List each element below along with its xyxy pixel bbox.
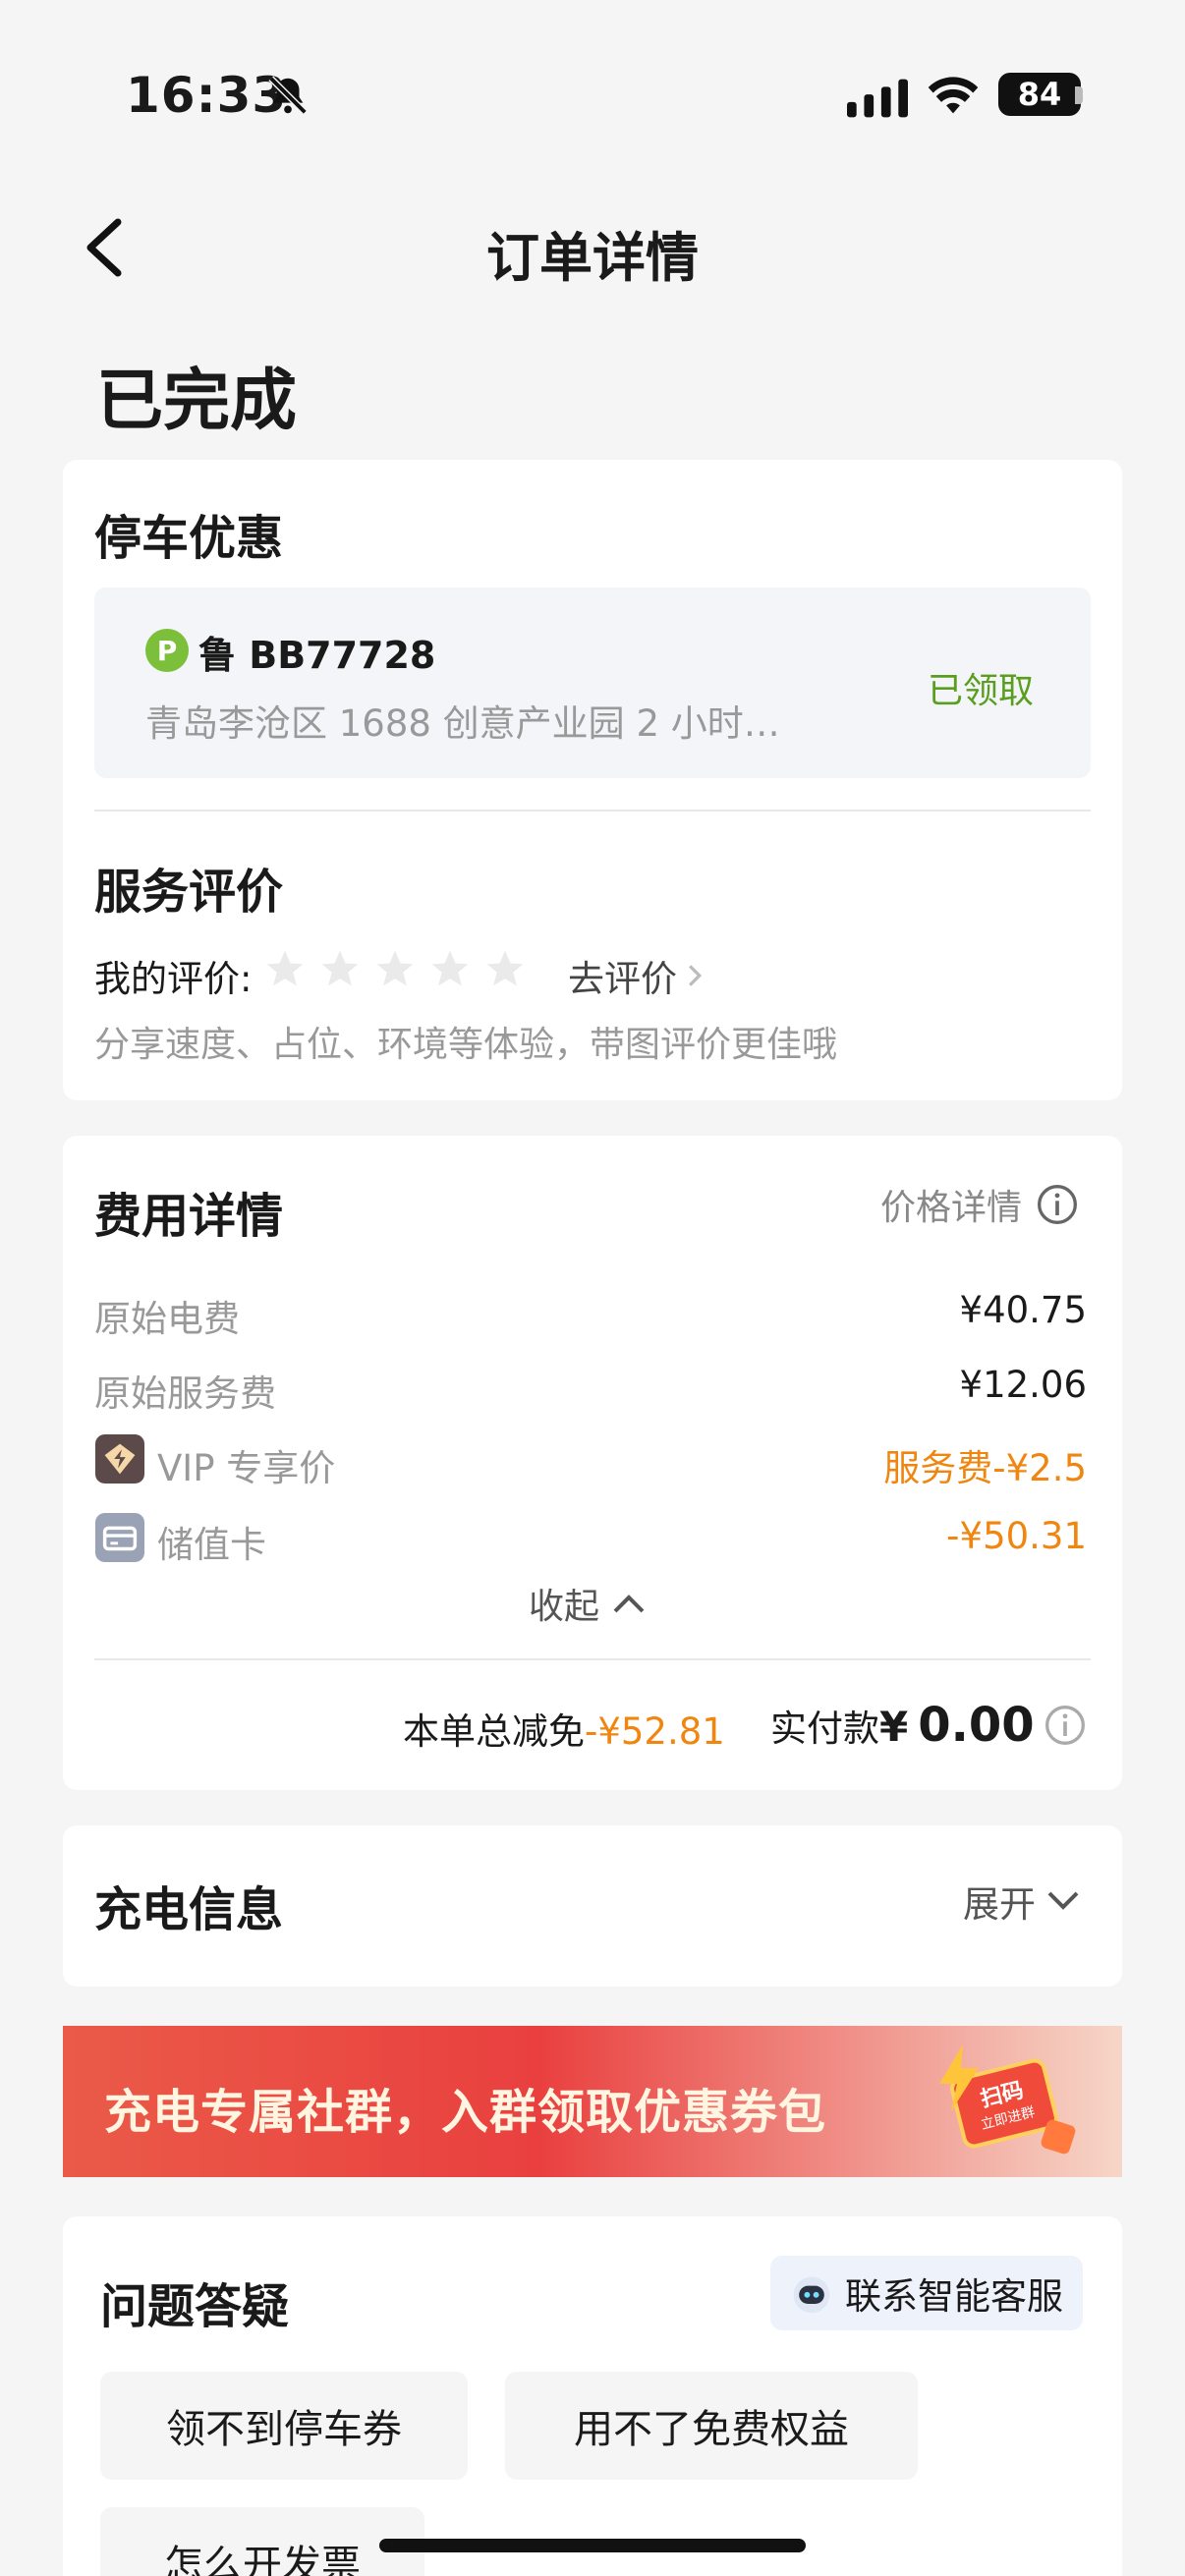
review-section-title: 服务评价 <box>94 865 284 920</box>
paid-value: 0.00 <box>918 1698 1035 1753</box>
parking-section-title: 停车优惠 <box>94 511 284 566</box>
fee-row-value: -¥50.31 <box>946 1515 1087 1557</box>
page-title: 订单详情 <box>486 227 699 289</box>
community-banner[interactable]: 充电专属社群，入群领取优惠券包 扫码 立即进群 <box>63 2026 1122 2177</box>
fee-row-value: ¥12.06 <box>959 1364 1087 1406</box>
battery-indicator: 84 <box>998 73 1081 116</box>
info-icon[interactable] <box>1044 1704 1087 1747</box>
total-discount-label: 本单总减免 <box>403 1710 585 1753</box>
stored-value-card-icon <box>95 1513 144 1562</box>
total-discount: 本单总减免 -¥52.81 <box>403 1702 725 1755</box>
star-icon[interactable] <box>263 947 307 990</box>
my-review-label: 我的评价: <box>94 958 253 1000</box>
chevron-up-icon <box>613 1595 645 1613</box>
robot-icon <box>793 2276 830 2314</box>
order-status: 已完成 <box>96 363 298 440</box>
chevron-down-icon <box>1047 1891 1079 1910</box>
expand-label: 展开 <box>963 1883 1036 1926</box>
star-icon[interactable] <box>373 947 417 990</box>
star-icon[interactable] <box>428 947 472 990</box>
divider <box>94 810 1091 812</box>
fee-row-label: 原始电费 <box>94 1298 240 1340</box>
faq-chip[interactable]: 用不了免费权益 <box>505 2372 918 2480</box>
battery-tip <box>1075 86 1083 104</box>
vip-diamond-icon <box>95 1434 144 1484</box>
go-review-label: 去评价 <box>568 958 677 1000</box>
chevron-right-icon <box>689 965 703 986</box>
divider <box>94 1658 1091 1660</box>
info-icon <box>1038 1185 1077 1224</box>
coupon-claimed-status: 已领取 <box>928 671 1035 711</box>
status-time: 16:33 <box>126 67 288 124</box>
review-hint: 分享速度、占位、环境等体验，带图评价更佳哦 <box>94 1025 838 1065</box>
total-discount-value: -¥52.81 <box>585 1710 725 1753</box>
paid-label: 实付款 <box>770 1708 879 1750</box>
fee-row-label: VIP 专享价 <box>157 1447 336 1489</box>
fee-row-label: 原始服务费 <box>94 1372 276 1415</box>
faq-title: 问题答疑 <box>100 2279 290 2334</box>
fee-row-label: 储值卡 <box>157 1524 266 1566</box>
home-indicator <box>379 2539 806 2552</box>
paid-amount: 实付款 ¥ 0.00 <box>770 1698 1035 1753</box>
contact-ai-service-button[interactable]: 联系智能客服 <box>770 2256 1083 2330</box>
collapse-label: 收起 <box>529 1587 600 1627</box>
faq-chip[interactable]: 怎么开发票 <box>100 2507 424 2576</box>
qr-badge: 扫码 立即进群 <box>928 2044 1077 2161</box>
fee-row-value: ¥40.75 <box>959 1289 1087 1331</box>
parking-p-icon: P <box>145 629 189 672</box>
star-icon[interactable] <box>318 947 362 990</box>
rating-stars[interactable] <box>263 947 527 990</box>
banner-text: 充电专属社群，入群领取优惠券包 <box>104 2085 827 2140</box>
coupon-description: 青岛李沧区 1688 创意产业园 2 小时免费停车 <box>145 702 814 745</box>
faq-chip[interactable]: 领不到停车券 <box>100 2372 468 2480</box>
fee-row-value: 服务费-¥2.5 <box>883 1447 1087 1489</box>
star-icon[interactable] <box>483 947 527 990</box>
signal-icon <box>847 79 908 118</box>
contact-ai-service-label: 联系智能客服 <box>845 2275 1063 2318</box>
paid-currency: ¥ <box>879 1703 909 1751</box>
fee-section-title: 费用详情 <box>94 1189 284 1244</box>
wifi-icon <box>928 77 979 114</box>
charging-section-title: 充电信息 <box>94 1882 284 1937</box>
bell-muted-icon <box>268 76 308 115</box>
go-review-link[interactable]: 去评价 <box>568 949 703 1002</box>
collapse-button[interactable]: 收起 <box>529 1578 647 1629</box>
expand-button[interactable]: 展开 <box>963 1875 1081 1928</box>
price-detail-label: 价格详情 <box>880 1188 1023 1228</box>
price-detail-link[interactable]: 价格详情 <box>880 1179 1079 1230</box>
license-plate: 鲁 BB77728 <box>198 634 436 677</box>
lightning-icon <box>939 2044 979 2111</box>
